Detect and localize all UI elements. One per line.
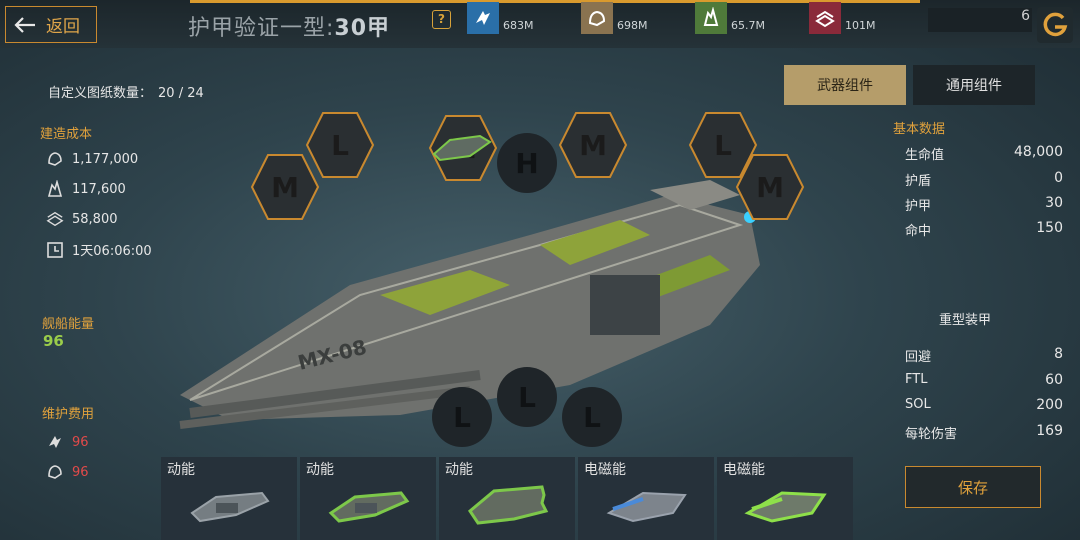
metal-icon — [46, 433, 64, 451]
weapon-card-5[interactable]: 电磁能 — [717, 457, 853, 540]
cost-time: 1天06:06:00 — [46, 240, 152, 259]
cost-alloy: 58,800 — [46, 210, 118, 228]
stat-accuracy: 命中 150 — [905, 220, 1063, 239]
upkeep-label: 维护费用 — [42, 407, 95, 422]
energy-value: 96 — [43, 332, 64, 350]
equipped-weapon-icon — [432, 134, 492, 162]
arrow-left-icon — [14, 16, 35, 33]
energy-label: 舰船能量 — [42, 317, 95, 332]
weapon-card-2[interactable]: 动能 — [300, 457, 436, 540]
cost-crystal: 117,600 — [46, 180, 126, 198]
weapon-card-1[interactable]: 动能 — [161, 457, 297, 540]
tab-general-components[interactable]: 通用组件 — [913, 65, 1035, 105]
alloy-icon — [809, 2, 841, 34]
ore-icon — [46, 150, 64, 168]
ore-icon — [581, 2, 613, 34]
upkeep-metal: 96 — [46, 433, 89, 451]
resource-deuterium[interactable]: 65.7M — [695, 0, 765, 34]
armor-type: 重型装甲 — [939, 313, 992, 328]
stat-armor: 护甲 30 — [905, 195, 1063, 214]
page-title: 护甲验证一型:30甲 — [188, 16, 391, 41]
tab-weapon-components[interactable]: 武器组件 — [784, 65, 906, 105]
weapon-card-3[interactable]: 动能 — [439, 457, 575, 540]
resource-crystal[interactable]: 698M — [581, 0, 648, 34]
stat-hp: 生命值 48,000 — [905, 144, 1063, 163]
level-number: 6 — [1021, 8, 1030, 24]
cost-ore: 1,177,000 — [46, 150, 138, 168]
back-button[interactable]: 返回 — [5, 6, 97, 43]
weapon-card-4[interactable]: 电磁能 — [578, 457, 714, 540]
stat-damage-per-round: 每轮伤害 169 — [905, 423, 1063, 442]
slot-circle-l-3[interactable]: L — [562, 387, 622, 447]
crystal-icon — [695, 2, 727, 34]
top-bar — [0, 0, 1080, 48]
stat-ftl: FTL 60 — [905, 372, 1063, 388]
stat-sol: SOL 200 — [905, 397, 1063, 413]
gear-logo-icon — [1037, 7, 1073, 43]
multi-barrel-cannon-icon — [468, 485, 549, 525]
electromagnetic-weapon-icon — [744, 491, 827, 523]
slot-hex-m-4[interactable]: M — [735, 152, 805, 222]
stat-evasion: 回避 8 — [905, 346, 1063, 365]
slot-hex-m-1[interactable]: M — [250, 152, 320, 222]
slot-circle-l-1[interactable]: L — [432, 387, 492, 447]
save-button[interactable]: 保存 — [905, 466, 1041, 508]
slot-circle-l-2[interactable]: L — [497, 367, 557, 427]
blueprint-count: 自定义图纸数量： 20 / 24 — [48, 86, 204, 101]
alloy-icon — [46, 210, 64, 228]
electromagnetic-weapon-icon — [606, 491, 687, 523]
kinetic-cannon-icon — [328, 491, 410, 523]
metal-icon — [467, 2, 499, 34]
ore-icon — [46, 463, 64, 481]
level-bar — [928, 8, 1032, 32]
resource-metal[interactable]: 683M — [467, 0, 534, 34]
back-label: 返回 — [46, 17, 80, 37]
resource-alloy[interactable]: 101M — [809, 0, 876, 34]
basic-data-label: 基本数据 — [893, 122, 946, 137]
stat-shield: 护盾 0 — [905, 170, 1063, 189]
help-icon[interactable]: ? — [432, 10, 451, 29]
clock-icon — [46, 241, 64, 259]
settings-g-button[interactable] — [1036, 6, 1074, 44]
upkeep-ore: 96 — [46, 463, 89, 481]
slot-circle-h[interactable]: H — [497, 133, 557, 193]
crystal-icon — [46, 180, 64, 198]
kinetic-cannon-icon — [190, 491, 270, 523]
slot-hex-m-3[interactable]: M — [558, 110, 628, 180]
build-cost-label: 建造成本 — [40, 127, 93, 142]
